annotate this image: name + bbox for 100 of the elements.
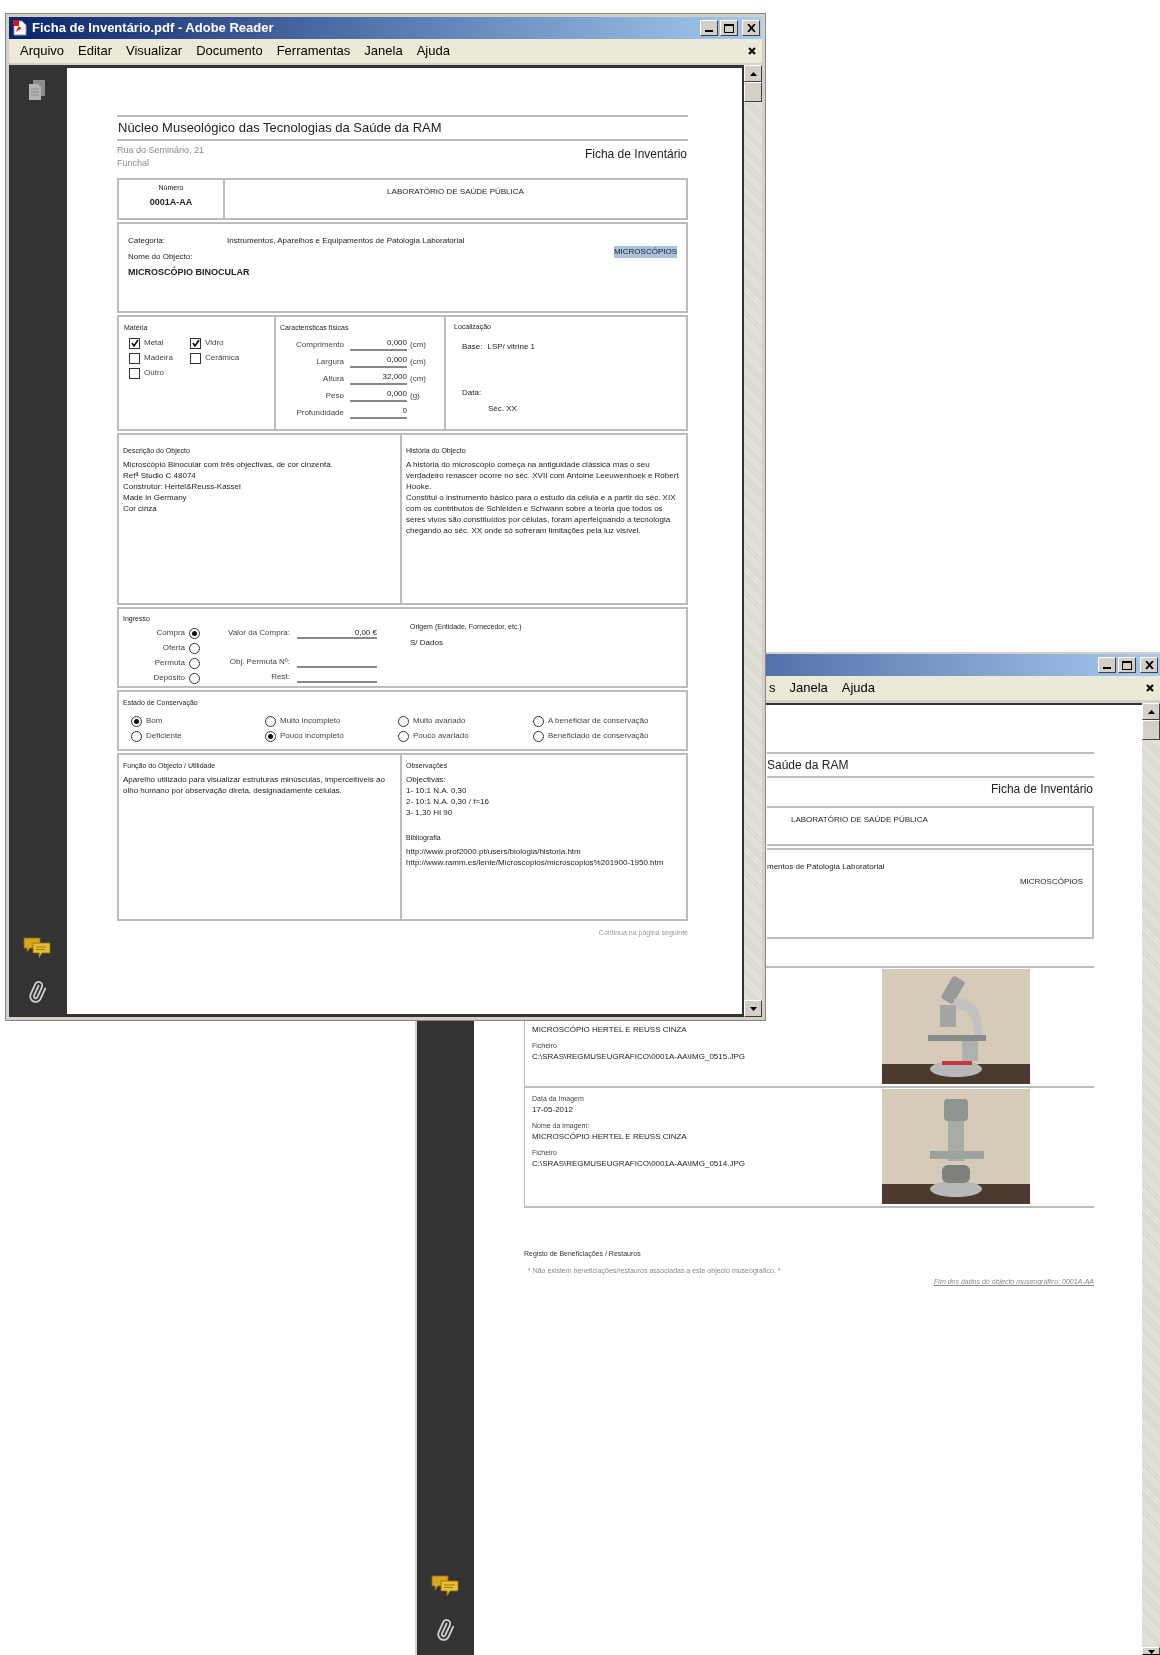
observation-line: 2- 10:1 N.A. 0,30 / f=16 <box>406 796 490 807</box>
description-line: Refª Studio C 48074 <box>123 470 197 481</box>
menu-item[interactable]: Ajuda <box>841 678 876 698</box>
group-name: MICROSCÓPIOS <box>1019 876 1083 887</box>
radio-label: Deficiente <box>146 730 182 742</box>
description-line: Microscópio Binocular com três objectivas, de cor cinzenta. <box>123 459 334 470</box>
field-value: MICROSCÓPIO HERTEL E REUSS CINZA <box>532 1131 688 1143</box>
minimize-button[interactable] <box>700 20 718 36</box>
function-text: Aparelho utilizado para visualizar estruturas minúsculas, imperceitíveis ao olho humano por observação direta, designadamente células. <box>123 774 386 796</box>
close-document-icon[interactable] <box>1146 684 1154 692</box>
origin-value: S/ Dados <box>410 637 444 649</box>
close-icon <box>1144 661 1154 669</box>
close-button[interactable] <box>742 20 760 36</box>
menu-item[interactable]: Ajuda <box>416 41 450 61</box>
field-label: Comprimento <box>295 339 344 351</box>
radio-label: Permuta <box>154 657 185 669</box>
scroll-up-button[interactable] <box>744 65 762 82</box>
menu-item[interactable]: Janela <box>364 41 403 61</box>
radio-button[interactable] <box>189 672 200 684</box>
observation-line: 1- 10:1 N.A. 0,30 <box>406 785 468 796</box>
radio-button[interactable] <box>131 730 142 742</box>
radio-button[interactable] <box>131 715 142 727</box>
checkbox-label: Metal <box>144 337 164 349</box>
minimize-icon <box>705 30 713 32</box>
radio-button[interactable] <box>189 627 200 639</box>
checkbox[interactable] <box>129 337 140 349</box>
field-label: Altura <box>322 373 344 385</box>
address-line: Rua do Seminário, 21 <box>117 144 205 157</box>
inventory-number: 0001A-AA <box>149 196 193 208</box>
scrollbar[interactable] <box>744 65 762 1017</box>
maximize-icon <box>1122 660 1132 670</box>
bibliography-link[interactable]: http://www.ramm.es/lente/Microscopios/microscopios%201900-1950.htm <box>406 857 682 868</box>
scroll-down-button[interactable] <box>744 1000 762 1017</box>
menu-item[interactable]: Documento <box>196 41 263 61</box>
radio-button[interactable] <box>533 730 544 742</box>
observation-line: 3- 1,30 HI 90 <box>406 807 454 818</box>
date-value: Séc. XX <box>487 403 518 415</box>
minimize-button[interactable] <box>1098 657 1116 673</box>
menu-item[interactable]: Ferramentas <box>276 41 351 61</box>
scroll-thumb[interactable] <box>1142 720 1160 740</box>
observation-line: Objectivas: <box>406 774 447 785</box>
field-label: Data: <box>461 387 483 399</box>
radio-button[interactable] <box>189 657 200 669</box>
maximize-button[interactable] <box>1118 657 1136 673</box>
scroll-thumb[interactable] <box>744 82 762 102</box>
field-label: Largura <box>315 356 344 368</box>
history-paragraph: A história do microscópio começa na antiguidade clássica mas o seu verdadeiro renascer ocorre no séc. XVII com Antoine Leeuwenhoek e Robert Hooke. <box>406 459 680 492</box>
history-paragraph: Constitui o instrumento básico para o estudo da célula e a partir do séc. XIX com os contributos de Schleiden e Schwann sobre a teoria que todos os seres vivos são constituídos por células, foram aperfeiçoando a tecnologia chegando ao séc. XX onde só sofreram limitações pela luz visível. <box>406 492 677 536</box>
comments-icon <box>22 937 51 959</box>
field-label: Peso <box>324 390 344 402</box>
location-value: LSP/ vitrine 1 <box>487 341 536 353</box>
pages-icon[interactable] <box>27 79 46 101</box>
scroll-down-button[interactable] <box>1142 1647 1160 1655</box>
close-button[interactable] <box>1140 657 1158 673</box>
object-name: MICROSCÓPIO BINOCULAR <box>128 266 251 278</box>
maximize-button[interactable] <box>720 20 738 36</box>
value-field: 0 <box>350 405 407 419</box>
radio-button[interactable] <box>265 715 276 727</box>
radio-button[interactable] <box>533 715 544 727</box>
unit-label: (g) <box>410 390 420 402</box>
down-arrow-icon <box>749 1006 757 1011</box>
checkbox[interactable] <box>129 352 140 364</box>
value-field: 32,000 <box>350 371 407 385</box>
description-line: Cor cinza <box>123 503 158 514</box>
checkbox[interactable] <box>190 337 201 349</box>
close-document-icon[interactable] <box>748 47 756 55</box>
menu-item[interactable]: s <box>769 678 776 698</box>
down-arrow-icon <box>1147 1650 1155 1654</box>
up-arrow-icon <box>1147 709 1155 714</box>
menu-item[interactable]: Editar <box>78 41 113 61</box>
radio-label: Muito avariado <box>413 715 466 727</box>
field-value: MICROSCÓPIO HERTEL E REUSS CINZA <box>532 1024 688 1036</box>
menu-item[interactable]: Visualizar <box>126 41 183 61</box>
menu-item[interactable]: Arquivo <box>20 41 65 61</box>
bibliography-link[interactable]: http://www.prof2000.pt/users/biologia/historia.htm <box>406 846 682 857</box>
radio-button[interactable] <box>189 642 200 654</box>
maximize-icon <box>724 23 734 33</box>
window-title: Ficha de Inventário.pdf - Adobe Reader <box>32 19 274 38</box>
radio-button[interactable] <box>398 715 409 727</box>
radio-label: Pouco avariado <box>413 730 469 742</box>
checkbox[interactable] <box>190 352 201 364</box>
radio-label: Pouco incompleto <box>280 730 344 742</box>
comments-icon <box>430 1575 459 1597</box>
description-line: Made in Germany <box>123 492 188 503</box>
category-value: mentos de Patologia Laboratorial <box>767 861 886 872</box>
radio-button[interactable] <box>265 730 276 742</box>
radio-label: Muito incompleto <box>280 715 341 727</box>
field-value: C:\SRAS\REGMUSEUGRAFICO\0001A-AA\IMG_0514.JPG <box>532 1158 746 1170</box>
checkbox[interactable] <box>129 367 140 379</box>
scrollbar[interactable] <box>1142 703 1160 1655</box>
checkbox-label: Cerâmica <box>205 352 240 364</box>
radio-label: A beneficiar de conservação <box>548 715 649 727</box>
radio-button[interactable] <box>398 730 409 742</box>
scroll-up-button[interactable] <box>1142 703 1160 720</box>
pdf-file-icon <box>13 20 27 36</box>
category-value: Instrumentos, Aparelhos e Equipamentos de Patologia Laboratorial <box>227 235 465 247</box>
document-title: Núcleo Museológico das Tecnologias da Saúde da RAM <box>117 119 443 137</box>
menu-item[interactable]: Janela <box>789 678 828 698</box>
form-title: Ficha de Inventário <box>990 781 1093 797</box>
field-label: Profundidade <box>295 407 344 419</box>
